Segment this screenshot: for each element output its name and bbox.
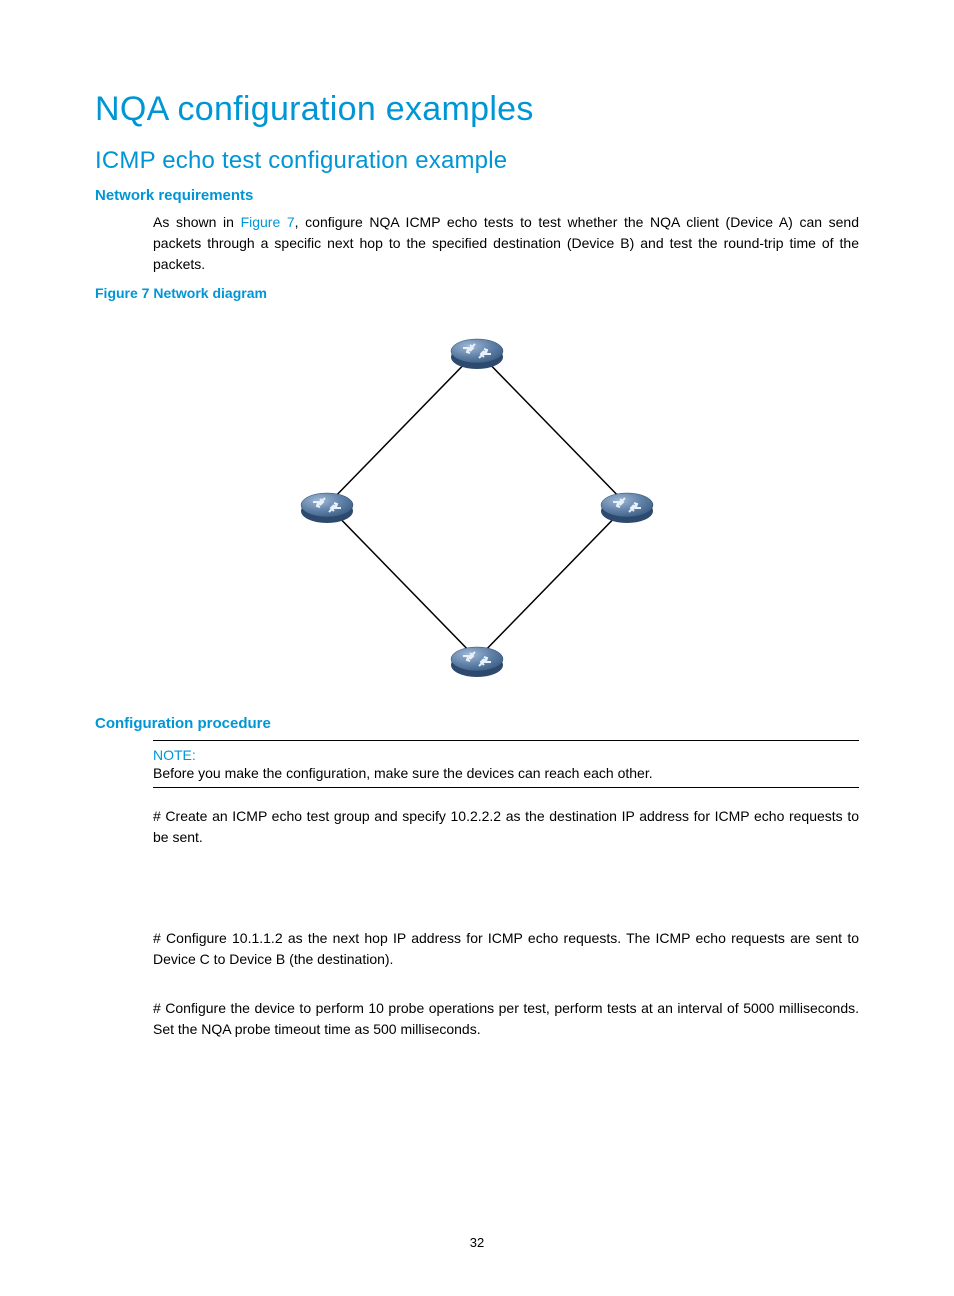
heading-2: ICMP echo test configuration example <box>95 147 859 175</box>
heading-3-network-requirements: Network requirements <box>95 187 859 204</box>
step-paragraph: # Create an ICMP echo test group and spe… <box>153 806 859 848</box>
network-diagram <box>267 315 687 695</box>
note-text: Before you make the configuration, make … <box>153 765 859 781</box>
heading-3-configuration-procedure: Configuration procedure <box>95 715 859 732</box>
heading-1: NQA configuration examples <box>95 90 859 129</box>
document-page: NQA configuration examples ICMP echo tes… <box>0 0 954 1296</box>
figure-reference-link[interactable]: Figure 7 <box>241 214 295 230</box>
figure-caption: Figure 7 Network diagram <box>95 285 859 301</box>
step-paragraph: # Configure 10.1.1.2 as the next hop IP … <box>153 928 859 970</box>
spacer <box>95 980 859 998</box>
router-icon <box>301 493 353 523</box>
router-icon <box>451 339 503 369</box>
spacer <box>95 858 859 928</box>
intro-paragraph: As shown in Figure 7, configure NQA ICMP… <box>153 212 859 275</box>
router-icon <box>451 647 503 677</box>
router-icon <box>601 493 653 523</box>
step-paragraph: # Configure the device to perform 10 pro… <box>153 998 859 1040</box>
note-box: NOTE: Before you make the configuration,… <box>153 740 859 788</box>
page-number: 32 <box>0 1235 954 1250</box>
note-label: NOTE: <box>153 747 859 763</box>
text-run: As shown in <box>153 214 241 230</box>
